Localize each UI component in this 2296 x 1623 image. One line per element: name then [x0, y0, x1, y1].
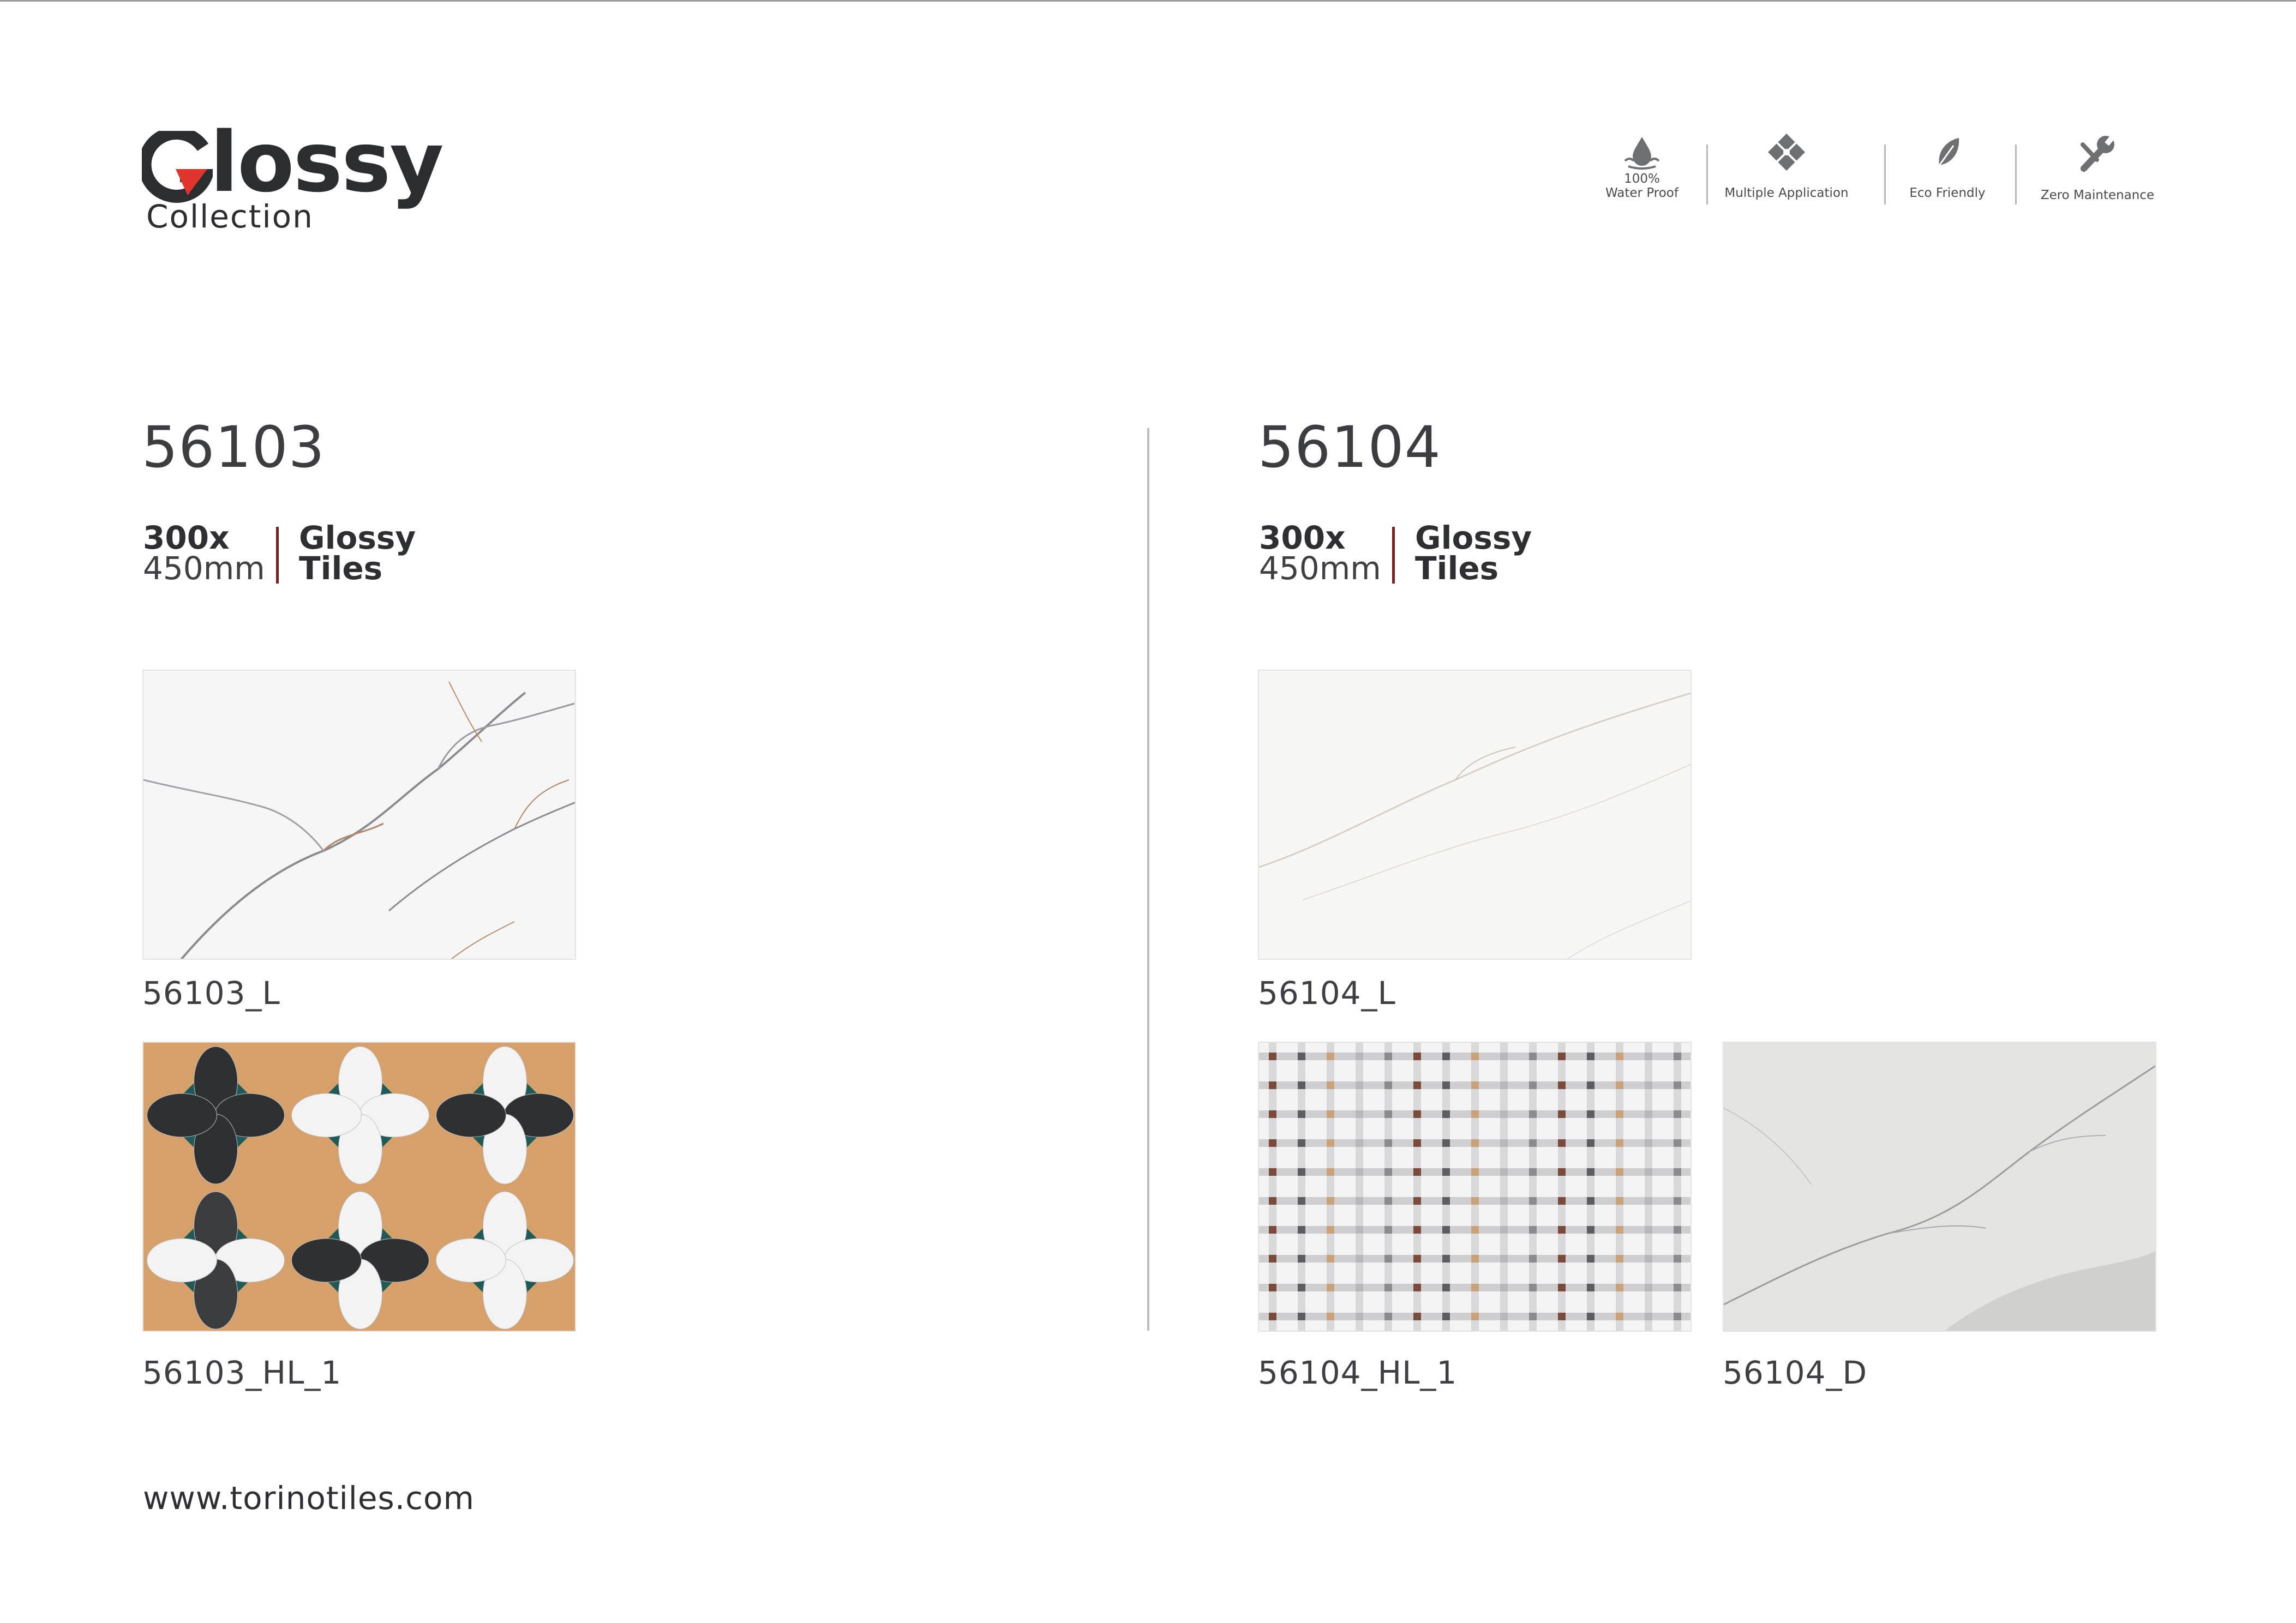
feature-separator — [2015, 145, 2017, 205]
logo-subtitle: Collection — [146, 198, 314, 235]
wrench-icon — [2081, 135, 2115, 172]
size-line1: 300x — [143, 519, 230, 556]
size-line2: 450mm — [1259, 550, 1381, 587]
feature-separator — [1884, 145, 1886, 205]
tile-image-56104-l — [1258, 670, 1692, 960]
size-line2: 450mm — [143, 550, 265, 587]
feature-label-line2: Water Proof — [1605, 186, 1678, 200]
feature-label-line2: Multiple Application — [1724, 186, 1849, 200]
feature-zero-maintenance: Zero Maintenance — [2035, 134, 2160, 210]
feature-label-line1 — [2035, 174, 2160, 188]
size-line1: 300x — [1259, 519, 1346, 556]
water-drop-icon — [1624, 137, 1660, 170]
product-size: 300x 450mm — [1259, 522, 1381, 584]
feature-label-line1 — [1898, 172, 1997, 186]
feature-separator — [1706, 145, 1708, 205]
tile-label: 56103_HL_1 — [142, 1354, 342, 1391]
tile-label: 56104_L — [1258, 975, 1396, 1012]
feature-water-proof: 100% Water Proof — [1593, 134, 1691, 210]
feature-label-line1: 100% — [1624, 172, 1660, 186]
type-line1: Glossy — [299, 519, 416, 556]
product-size: 300x 450mm — [143, 522, 265, 584]
leaf-icon — [1936, 138, 1959, 169]
feature-label-line2: Zero Maintenance — [2040, 188, 2155, 202]
feature-label-line1 — [1718, 172, 1855, 186]
feature-label-line2: Eco Friendly — [1909, 186, 1986, 200]
column-divider — [1147, 428, 1149, 1331]
product-type: Glossy Tiles — [1415, 522, 1532, 584]
type-line2: Tiles — [299, 550, 383, 587]
type-line1: Glossy — [1415, 519, 1532, 556]
tile-image-56103-l — [142, 670, 576, 960]
tile-label: 56104_D — [1723, 1354, 1868, 1391]
logo-wordmark: lossy — [210, 114, 444, 211]
product-type: Glossy Tiles — [299, 522, 416, 584]
product-code: 56103 — [142, 414, 325, 480]
spec-divider — [276, 527, 279, 584]
logo-g-mark-icon — [142, 131, 213, 203]
tile-image-56103-hl-1 — [142, 1042, 576, 1332]
website-link[interactable]: www.torinotiles.com — [143, 1482, 475, 1514]
product-code: 56104 — [1258, 414, 1441, 480]
feature-eco-friendly: Eco Friendly — [1898, 134, 1997, 210]
brand-logo: lossy Collection — [142, 121, 444, 240]
tile-label: 56104_HL_1 — [1258, 1354, 1458, 1391]
multiple-application-icon — [1768, 134, 1805, 171]
feature-badges: 100% Water Proof Multiple Application Ec… — [1593, 134, 2160, 210]
tile-image-56104-d — [1723, 1042, 2156, 1332]
tile-label: 56103_L — [142, 975, 280, 1012]
feature-multiple-application: Multiple Application — [1718, 134, 1855, 210]
type-line2: Tiles — [1415, 550, 1499, 587]
top-rule — [0, 0, 2296, 2]
tile-image-56104-hl-1 — [1258, 1042, 1692, 1332]
spec-divider — [1392, 527, 1395, 584]
